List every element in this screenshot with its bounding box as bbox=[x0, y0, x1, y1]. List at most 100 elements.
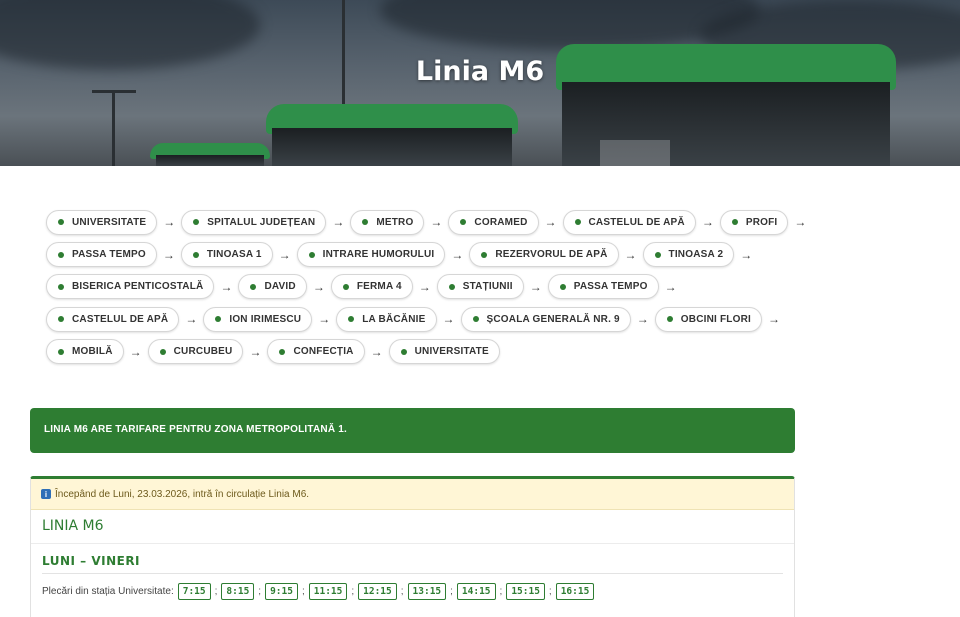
stop-label: PASSA TEMPO bbox=[573, 281, 648, 293]
arrow-right-icon: → bbox=[740, 247, 753, 262]
schedule-days: LUNI – VINERI bbox=[42, 554, 783, 574]
route-stop[interactable]: METRO bbox=[350, 209, 425, 235]
departure-time: 13:15 bbox=[407, 583, 447, 600]
arrow-right-icon: → bbox=[767, 312, 780, 327]
route-stop[interactable]: DAVID bbox=[238, 274, 307, 300]
stop-dot-icon bbox=[400, 348, 407, 355]
stop-dot-icon bbox=[460, 219, 467, 226]
route-stop[interactable]: CORAMED bbox=[448, 209, 539, 235]
stop-label: LA BĂCĂNIE bbox=[362, 313, 426, 325]
stop-label: ȘCOALA GENERALĂ NR. 9 bbox=[486, 313, 620, 325]
departures-line: Plecări din stația Universitate: 7:15; 8:… bbox=[42, 583, 783, 600]
time-separator: ; bbox=[351, 586, 355, 597]
stop-dot-icon bbox=[58, 348, 64, 355]
stop-label: PROFI bbox=[745, 216, 778, 228]
stop-label: TINOASA 1 bbox=[206, 249, 262, 261]
route-stop[interactable]: INTRARE HUMORULUI bbox=[296, 242, 446, 268]
arrow-right-icon: → bbox=[636, 312, 649, 327]
route-stop[interactable]: CURCUBEU bbox=[147, 339, 244, 365]
stop-dot-icon bbox=[308, 251, 315, 258]
stop-dot-icon bbox=[448, 283, 455, 290]
route-stop[interactable]: OBCINI FLORI bbox=[654, 306, 762, 332]
stop-dot-icon bbox=[362, 219, 369, 226]
time-separator: ; bbox=[499, 586, 503, 597]
page-title: Linia M6 bbox=[415, 56, 545, 87]
arrow-right-icon: → bbox=[332, 215, 345, 230]
info-icon: i bbox=[41, 489, 51, 499]
route-stop[interactable]: TINOASA 1 bbox=[180, 242, 273, 268]
departure-time: 7:15 bbox=[177, 583, 211, 600]
route-stop[interactable]: BISERICA PENTICOSTALĂ bbox=[46, 274, 215, 300]
route-row: MOBILĂ → CURCUBEU → CONFECȚIA → UNIVERSITATE bbox=[46, 336, 786, 368]
arrow-right-icon: → bbox=[430, 215, 443, 230]
time-separator: ; bbox=[301, 586, 305, 597]
route-stop[interactable]: PROFI bbox=[719, 209, 789, 235]
route-stop[interactable]: SPITALUL JUDEȚEAN bbox=[181, 209, 327, 235]
route-stop[interactable]: PASSA TEMPO bbox=[547, 274, 659, 300]
arrow-right-icon: → bbox=[278, 247, 291, 262]
notice-text: Începând de Luni, 23.03.2026, intră în c… bbox=[55, 488, 310, 500]
arrow-right-icon: → bbox=[442, 312, 455, 327]
stop-dot-icon bbox=[472, 316, 479, 323]
route-stop[interactable]: CASTELUL DE APĂ bbox=[46, 306, 180, 332]
departure-time: 11:15 bbox=[308, 583, 348, 600]
zone-banner: LINIA M6 ARE TARIFARE PENTRU ZONA METROP… bbox=[30, 408, 795, 453]
stop-dot-icon bbox=[731, 219, 738, 226]
stop-label: STAȚIUNII bbox=[462, 281, 513, 293]
stop-label: TINOASA 2 bbox=[668, 249, 724, 261]
stop-dot-icon bbox=[58, 251, 64, 258]
stop-dot-icon bbox=[215, 316, 222, 323]
stop-dot-icon bbox=[250, 283, 257, 290]
arrow-right-icon: → bbox=[370, 344, 383, 359]
zone-text: LINIA M6 ARE TARIFARE PENTRU ZONA METROP… bbox=[44, 424, 347, 435]
stop-label: UNIVERSITATE bbox=[414, 346, 489, 358]
arrow-right-icon: → bbox=[220, 279, 233, 294]
stop-dot-icon bbox=[666, 316, 673, 323]
arrow-right-icon: → bbox=[664, 279, 677, 294]
arrow-right-icon: → bbox=[163, 215, 176, 230]
route-stop[interactable]: FERMA 4 bbox=[330, 274, 413, 300]
route-stop[interactable]: CASTELUL DE APĂ bbox=[562, 209, 696, 235]
stop-dot-icon bbox=[559, 283, 566, 290]
arrow-right-icon: → bbox=[318, 312, 331, 327]
arrow-right-icon: → bbox=[544, 215, 557, 230]
stop-dot-icon bbox=[193, 219, 200, 226]
arrow-right-icon: → bbox=[249, 344, 262, 359]
route-stop[interactable]: PASSA TEMPO bbox=[46, 242, 157, 268]
stop-dot-icon bbox=[574, 219, 581, 226]
notice-bar: i Începând de Luni, 23.03.2026, intră în… bbox=[31, 479, 794, 510]
route-row: UNIVERSITATE → SPITALUL JUDEȚEAN → METRO → COR… bbox=[46, 206, 806, 238]
route-stop[interactable]: ȘCOALA GENERALĂ NR. 9 bbox=[460, 306, 631, 332]
stop-label: CONFECȚIA bbox=[293, 346, 354, 358]
time-separator: ; bbox=[548, 586, 552, 597]
departure-time: 16:15 bbox=[555, 583, 595, 600]
arrow-right-icon: → bbox=[529, 279, 542, 294]
departure-time: 9:15 bbox=[265, 583, 298, 600]
route-stop[interactable]: REZERVORUL DE APĂ bbox=[469, 242, 619, 268]
stop-label: UNIVERSITATE bbox=[72, 216, 147, 228]
route-stop[interactable]: UNIVERSITATE bbox=[388, 339, 500, 365]
time-separator: ; bbox=[214, 586, 218, 597]
time-separator: ; bbox=[450, 586, 453, 597]
departure-time: 8:15 bbox=[221, 583, 255, 600]
schedule-card: i Începând de Luni, 23.03.2026, intră în… bbox=[30, 476, 795, 617]
arrow-right-icon: → bbox=[794, 215, 807, 230]
route-stop[interactable]: UNIVERSITATE bbox=[46, 209, 158, 235]
route-stop[interactable]: CONFECȚIA bbox=[267, 339, 365, 365]
route-row: PASSA TEMPO → TINOASA 1 → INTRARE HUMORULUI →… bbox=[46, 238, 786, 270]
route-stop[interactable]: STAȚIUNII bbox=[436, 274, 524, 300]
departure-time: 14:15 bbox=[456, 583, 496, 600]
stop-dot-icon bbox=[654, 251, 661, 258]
stop-dot-icon bbox=[279, 348, 286, 355]
stop-dot-icon bbox=[481, 251, 488, 258]
schedule-title: LINIA M6 bbox=[31, 510, 794, 544]
stop-dot-icon bbox=[342, 283, 349, 290]
departure-time: 15:15 bbox=[506, 583, 545, 600]
route-stop[interactable]: TINOASA 2 bbox=[642, 242, 735, 268]
stop-label: REZERVORUL DE APĂ bbox=[495, 249, 608, 261]
arrow-right-icon: → bbox=[312, 279, 325, 294]
stop-dot-icon bbox=[159, 348, 166, 355]
route-stop[interactable]: ION IRIMESCU bbox=[203, 306, 313, 332]
route-stop[interactable]: MOBILĂ bbox=[46, 339, 124, 365]
route-stop[interactable]: LA BĂCĂNIE bbox=[336, 306, 437, 332]
